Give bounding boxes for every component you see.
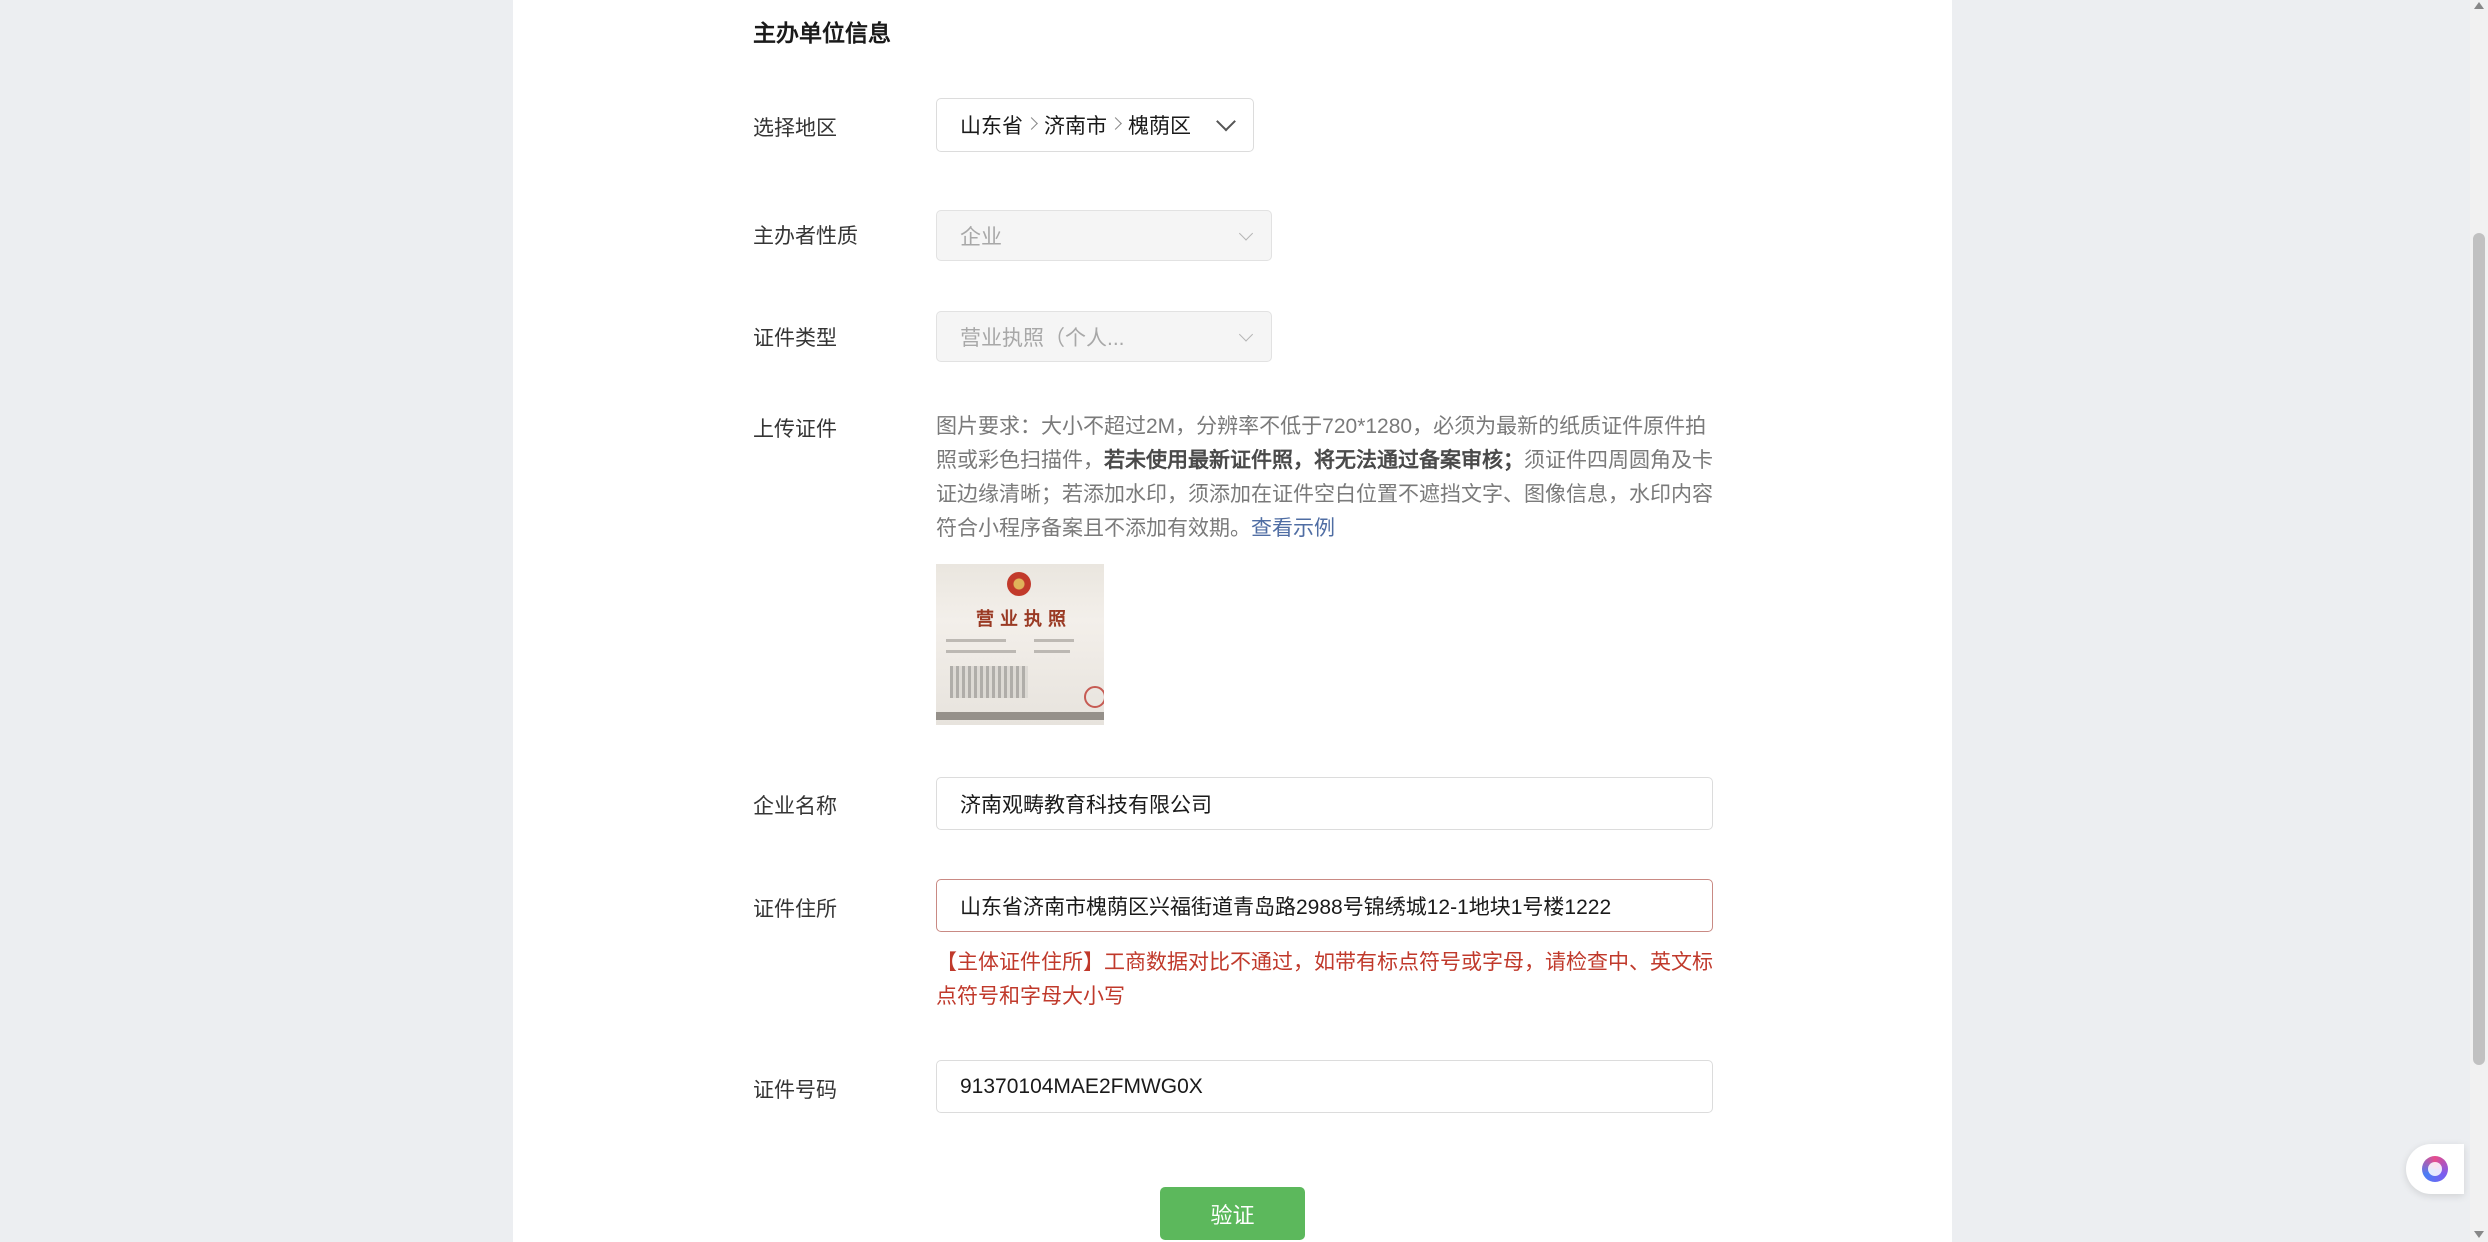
region-label: 选择地区 xyxy=(753,117,837,140)
company-name-label: 企业名称 xyxy=(753,795,837,818)
cert-address-input[interactable]: 山东省济南市槐荫区兴福街道青岛路2988号锦绣城12-1地块1号楼1222 xyxy=(936,879,1713,932)
license-title: 营业执照 xyxy=(976,609,1072,630)
cert-number-input[interactable]: 91370104MAE2FMWG0X xyxy=(936,1060,1713,1113)
chevron-down-icon xyxy=(1216,111,1236,132)
cert-address-value: 山东省济南市槐荫区兴福街道青岛路2988号锦绣城12-1地块1号楼1222 xyxy=(960,895,1612,919)
chevron-right-icon xyxy=(1025,116,1038,130)
form-panel xyxy=(513,0,1952,1242)
sponsor-type-label: 主办者性质 xyxy=(753,225,858,248)
cert-address-error: 【主体证件住所】工商数据对比不通过，如带有标点符号或字母，请检查中、英文标点符号… xyxy=(936,951,1713,1008)
text-line xyxy=(1034,650,1070,653)
text-line xyxy=(1034,639,1074,642)
province-value: 山东省 xyxy=(960,115,1023,138)
requirements-warning: 若未使用最新证件照，将无法通过备案审核； xyxy=(1104,449,1524,472)
cert-number-label: 证件号码 xyxy=(753,1079,837,1102)
scroll-down-icon[interactable] xyxy=(2474,1231,2484,1238)
emblem-icon xyxy=(1007,572,1031,596)
chevron-down-icon xyxy=(1238,225,1254,241)
verify-button[interactable]: 验证 xyxy=(1160,1187,1305,1240)
upload-requirements: 图片要求：大小不超过2M，分辨率不低于720*1280，必须为最新的纸质证件原件… xyxy=(936,410,1716,546)
uploaded-license-thumbnail[interactable]: 营业执照 xyxy=(936,564,1104,725)
district-value: 槐荫区 xyxy=(1128,115,1191,138)
text-line xyxy=(946,639,1006,642)
cert-type-select[interactable]: 营业执照（个人... xyxy=(936,311,1272,362)
photo-edge xyxy=(936,712,1104,720)
sponsor-type-value: 企业 xyxy=(960,225,1002,249)
seal-icon xyxy=(1084,686,1104,708)
region-select[interactable]: 山东省 济南市 槐荫区 xyxy=(936,98,1254,152)
cert-type-label: 证件类型 xyxy=(753,327,837,350)
scrollbar-thumb[interactable] xyxy=(2473,233,2485,1065)
scroll-up-icon[interactable] xyxy=(2474,2,2484,9)
redacted-area xyxy=(950,666,1028,698)
cert-number-value: 91370104MAE2FMWG0X xyxy=(960,1074,1203,1098)
city-value: 济南市 xyxy=(1044,115,1107,138)
section-title: 主办单位信息 xyxy=(753,20,891,46)
chevron-right-icon xyxy=(1109,116,1122,130)
page-scrollbar[interactable] xyxy=(2470,0,2488,1242)
company-name-input[interactable]: 济南观畴教育科技有限公司 xyxy=(936,777,1713,830)
upload-label: 上传证件 xyxy=(753,418,837,441)
assistant-button[interactable] xyxy=(2406,1144,2464,1194)
chevron-down-icon xyxy=(1238,326,1254,342)
text-line xyxy=(946,650,1016,653)
brain-icon xyxy=(2422,1156,2448,1182)
view-example-link[interactable]: 查看示例 xyxy=(1251,517,1335,540)
cert-type-value: 营业执照（个人... xyxy=(960,326,1125,350)
company-name-value: 济南观畴教育科技有限公司 xyxy=(960,793,1212,817)
cert-address-label: 证件住所 xyxy=(753,898,837,921)
sponsor-type-select[interactable]: 企业 xyxy=(936,210,1272,261)
